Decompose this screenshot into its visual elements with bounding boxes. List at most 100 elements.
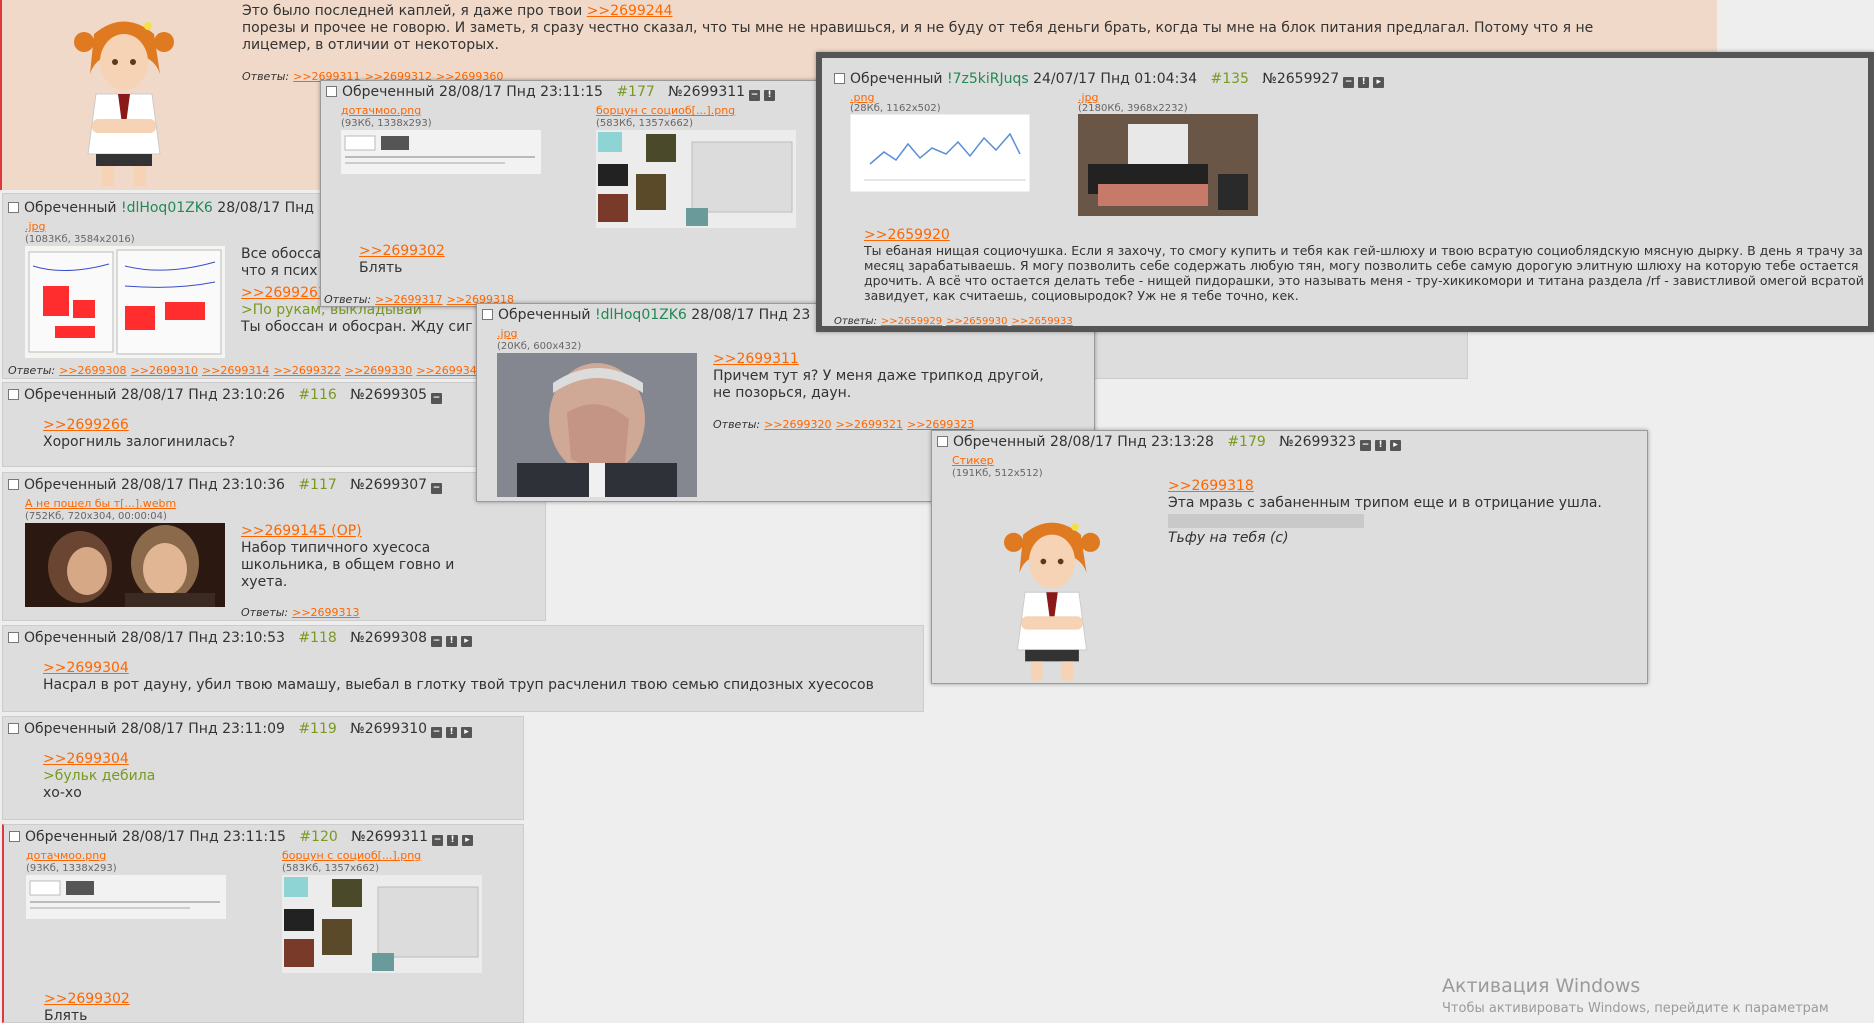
file-name-link[interactable]: .jpg [497, 327, 518, 340]
op-quote-link[interactable]: >>2699244 [587, 3, 673, 19]
reply-link[interactable]: >>2699308 [59, 364, 126, 377]
file-name-link[interactable]: борцун с социоб[...].png [596, 104, 735, 117]
file-name-link[interactable]: борцун с социоб[...].png [282, 849, 421, 862]
select-checkbox[interactable] [937, 436, 948, 447]
expand-button[interactable]: ▸ [461, 636, 473, 647]
hide-button[interactable]: − [1360, 440, 1372, 451]
collage-thumbnail[interactable] [596, 130, 796, 228]
select-checkbox[interactable] [8, 389, 19, 400]
quote-link[interactable]: >>2699302 [359, 243, 445, 260]
post-header: Обреченный 28/08/17 Пнд 23:11:15 #177 №2… [326, 84, 776, 101]
file-name-link[interactable]: Стикер [952, 454, 994, 467]
report-button[interactable]: ! [446, 636, 458, 647]
reply-link[interactable]: >>2699310 [131, 364, 198, 377]
hide-button[interactable]: − [749, 90, 761, 101]
post-header: Обреченный 28/08/17 Пнд 23:11:15 #120 №2… [9, 829, 474, 846]
post-message: >>2699304 >бульк дебила хо-хо [43, 751, 156, 801]
quote-link[interactable]: >>2699302 [44, 991, 130, 1008]
paper-photo-thumbnail[interactable] [25, 246, 225, 358]
post-message: >>2699145 (OP) Набор типичного хуесоса ш… [241, 523, 481, 591]
select-checkbox[interactable] [326, 86, 337, 97]
post-message: >>2699302 Блять [44, 991, 130, 1023]
post-header: Обреченный !dlHoq01ZK6 28/08/17 Пнд [8, 200, 314, 216]
facepalm-photo-thumbnail[interactable] [497, 353, 697, 497]
select-checkbox[interactable] [8, 202, 19, 213]
post-header: Обреченный 28/08/17 Пнд 23:10:26 #116 №2… [8, 387, 443, 404]
collage-thumbnail[interactable] [282, 875, 482, 973]
post-replies: Ответы: >>2699313 [241, 606, 360, 619]
expand-button[interactable]: ▸ [1390, 440, 1402, 451]
windows-activation-watermark: Активация Windows Чтобы активировать Win… [1442, 975, 1829, 1016]
file-name-link[interactable]: дотачмоо.png [26, 849, 106, 862]
video-thumbnail[interactable] [25, 523, 225, 607]
reply-link[interactable]: >>2699345 [416, 364, 483, 377]
sticker-image[interactable] [1004, 515, 1100, 681]
quote-link[interactable]: >>2699261 [241, 285, 331, 302]
spoiler-block[interactable] [1168, 514, 1364, 528]
reply-link[interactable]: >>2699314 [202, 364, 269, 377]
file-name-link[interactable]: дотачмоо.png [341, 104, 421, 117]
report-button[interactable]: ! [446, 727, 458, 738]
reply-link[interactable]: >>2699320 [764, 418, 831, 431]
reply-link[interactable]: >>2659933 [1011, 316, 1072, 326]
desk-money-photo-thumbnail[interactable] [1078, 114, 1258, 216]
select-checkbox[interactable] [8, 723, 19, 734]
quote-link[interactable]: >>2699318 [1168, 478, 1628, 495]
reply-link[interactable]: >>2699313 [292, 606, 359, 619]
select-checkbox[interactable] [9, 831, 20, 842]
quote-link[interactable]: >>2699311 [713, 351, 1053, 368]
post-header: Обреченный !7z5kiRJuqs 24/07/17 Пнд 01:0… [834, 71, 1385, 88]
hide-button[interactable]: − [431, 393, 443, 404]
hide-button[interactable]: − [431, 636, 443, 647]
report-button[interactable]: ! [447, 835, 459, 846]
quote-link[interactable]: >>2699266 [43, 417, 235, 434]
file-name-link[interactable]: А не пошел бы т[...].webm [25, 497, 176, 510]
select-checkbox[interactable] [8, 479, 19, 490]
post-header: Обреченный 28/08/17 Пнд 23:13:28 #179 №2… [937, 434, 1402, 451]
post-119: Обреченный 28/08/17 Пнд 23:11:09 #119 №2… [2, 716, 524, 820]
reply-link[interactable]: >>2659930 [946, 316, 1007, 326]
op-avatar-image[interactable] [74, 14, 174, 186]
screenshot-thumbnail[interactable] [341, 130, 541, 174]
select-checkbox[interactable] [834, 73, 845, 84]
expand-button[interactable]: ▸ [1373, 77, 1385, 88]
post-message: >>2699266 Хорогниль залогинилась? [43, 417, 236, 450]
file-name-link[interactable]: .jpg [25, 220, 46, 233]
file-info: (752Кб, 720x304, 00:00:04) [25, 511, 167, 522]
quote-link[interactable]: >>2699304 [43, 660, 874, 677]
hide-button[interactable]: − [1343, 77, 1355, 88]
reply-link[interactable]: >>2659929 [881, 316, 942, 326]
post-message: >>2659920 Ты ебаная нищая социочушка. Ес… [864, 228, 1868, 304]
post-header: Обреченный 28/08/17 Пнд 23:10:36 #117 №2… [8, 477, 443, 494]
quote-link[interactable]: >>2699304 [43, 751, 155, 768]
file-info: (191Кб, 512x512) [952, 468, 1043, 479]
hide-button[interactable]: − [432, 835, 444, 846]
graph-screenshot-thumbnail[interactable] [850, 114, 1030, 192]
reply-link[interactable]: >>2699322 [273, 364, 340, 377]
preview-post-135: Обреченный !7z5kiRJuqs 24/07/17 Пнд 01:0… [816, 52, 1874, 332]
report-button[interactable]: ! [1375, 440, 1387, 451]
reply-link[interactable]: >>2699317 [375, 293, 442, 306]
report-button[interactable]: ! [764, 90, 776, 101]
reply-link[interactable]: >>2699330 [345, 364, 412, 377]
screenshot-thumbnail[interactable] [26, 875, 226, 919]
post-header: Обреченный 28/08/17 Пнд 23:11:09 #119 №2… [8, 721, 473, 738]
quote-link[interactable]: >>2659920 [864, 228, 1868, 243]
file-info: (20Кб, 600x432) [497, 341, 582, 352]
report-button[interactable]: ! [1358, 77, 1370, 88]
file-info: (2180Кб, 3968x2232) [1078, 103, 1188, 114]
file-info: (583Кб, 1357x662) [596, 118, 693, 129]
reply-link[interactable]: >>2699321 [836, 418, 903, 431]
post-118: Обреченный 28/08/17 Пнд 23:10:53 #118 №2… [2, 625, 924, 712]
select-checkbox[interactable] [482, 309, 493, 320]
post-header: Обреченный 28/08/17 Пнд 23:10:53 #118 №2… [8, 630, 473, 647]
hide-button[interactable]: − [431, 727, 443, 738]
expand-button[interactable]: ▸ [462, 835, 474, 846]
post-message: Все обосса что я псих >>2699261 >По рука… [241, 246, 473, 335]
quote-link[interactable]: >>2699145 (OP) [241, 523, 481, 540]
expand-button[interactable]: ▸ [461, 727, 473, 738]
post-120: Обреченный 28/08/17 Пнд 23:11:15 #120 №2… [2, 824, 524, 1023]
hide-button[interactable]: − [431, 483, 443, 494]
select-checkbox[interactable] [8, 632, 19, 643]
file-info: (93Кб, 1338x293) [341, 118, 432, 129]
